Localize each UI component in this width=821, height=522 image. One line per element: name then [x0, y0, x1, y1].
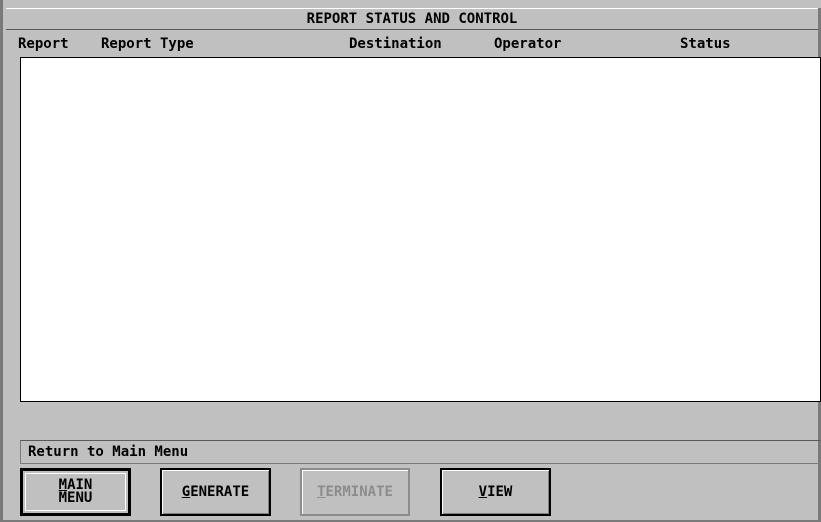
status-bar-text: Return to Main Menu	[28, 444, 189, 460]
window-title-text: REPORT STATUS AND CONTROL	[306, 11, 518, 27]
column-header-destination[interactable]: Destination	[349, 36, 442, 52]
window-title: REPORT STATUS AND CONTROL	[6, 8, 818, 30]
report-list[interactable]	[20, 57, 821, 402]
main-menu-button[interactable]: MAIN MENU	[20, 468, 131, 516]
column-header-report[interactable]: Report	[18, 36, 69, 52]
view-button-label: VIEW	[478, 483, 513, 500]
generate-button[interactable]: GENERATE	[160, 468, 271, 516]
terminate-button[interactable]: TERMINATE	[300, 468, 410, 516]
column-headers: Report Report Type Destination Operator …	[6, 31, 818, 56]
main-menu-button-line2: MENU	[58, 490, 93, 506]
column-header-status[interactable]: Status	[680, 36, 731, 52]
column-header-report-type[interactable]: Report Type	[101, 36, 194, 52]
report-status-window: REPORT STATUS AND CONTROL Report Report …	[0, 0, 821, 522]
window-top-edge	[3, 0, 821, 8]
status-bar: Return to Main Menu	[20, 440, 821, 464]
column-header-operator[interactable]: Operator	[494, 36, 561, 52]
view-button[interactable]: VIEW	[440, 468, 551, 516]
generate-button-label: GENERATE	[181, 483, 250, 500]
terminate-button-label: TERMINATE	[317, 483, 393, 500]
